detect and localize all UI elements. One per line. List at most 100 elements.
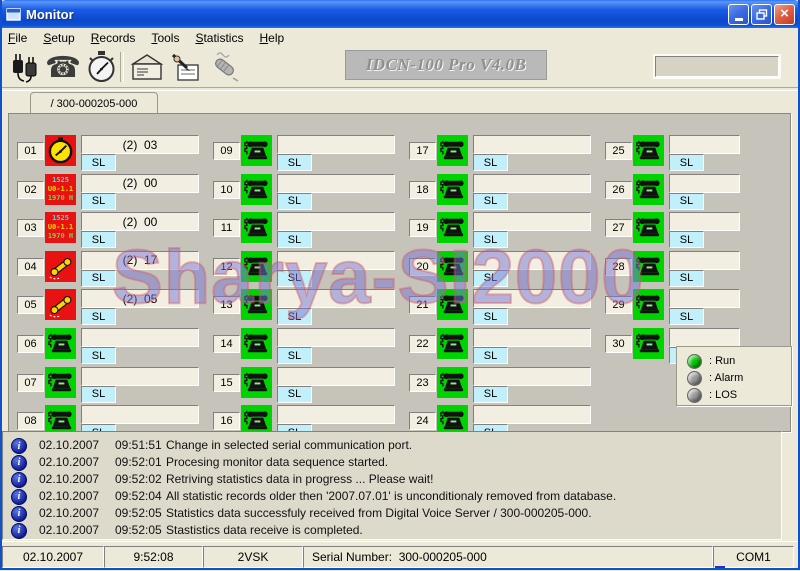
legend-label: : LOS (709, 389, 737, 401)
connect-button[interactable] (4, 49, 42, 85)
run-phone-icon (437, 367, 468, 398)
channel-number: 21 (409, 296, 436, 314)
log-time: 09:51:51 (115, 438, 162, 452)
tab-serial[interactable]: / 300-000205-000 (30, 92, 158, 114)
run-phone-icon (437, 328, 468, 359)
status-com-port: COM1 (713, 546, 794, 568)
log-time: 09:52:05 (115, 506, 162, 520)
voice-button[interactable] (204, 49, 242, 85)
channel-row[interactable]: 06SL (17, 327, 213, 365)
product-logo: IDCN-100 Pro V4.0B (345, 50, 547, 80)
run-phone-icon (437, 251, 468, 282)
channel-number: 25 (605, 142, 632, 160)
channel-row[interactable]: 23SL (409, 366, 605, 404)
channel-row[interactable]: 04(2) 17SL (17, 250, 213, 288)
channel-row[interactable]: 12SL (213, 250, 409, 288)
run-phone-icon (241, 135, 272, 166)
channel-row[interactable]: 08SL (17, 404, 213, 432)
grid-column-3: 17SL18SL19SL20SL21SL22SL23SL24SL (409, 114, 605, 431)
log-date: 02.10.2007 (39, 523, 99, 537)
channel-row[interactable]: 21SL (409, 288, 605, 326)
minimize-icon (735, 18, 743, 21)
channel-value-field (277, 135, 395, 154)
channel-row[interactable]: 19SL (409, 211, 605, 249)
restore-button[interactable] (751, 4, 772, 25)
run-phone-icon (241, 251, 272, 282)
run-phone-icon (633, 289, 664, 320)
channel-row[interactable]: 15SL (213, 366, 409, 404)
channel-row[interactable]: 01(2) 03SL (17, 134, 213, 172)
menu-item-help[interactable]: Help (251, 30, 292, 46)
channel-number: 16 (213, 412, 240, 430)
progress-field (655, 56, 779, 77)
run-phone-icon (241, 328, 272, 359)
channel-value-field (473, 174, 591, 193)
run-phone-icon (241, 174, 272, 205)
status-mode: 2VSK (203, 546, 303, 568)
close-button[interactable]: × (774, 4, 795, 25)
channel-row[interactable]: 11SL (213, 211, 409, 249)
channel-row[interactable]: 031525U0-1.11970 H(2) 00SL (17, 211, 213, 249)
run-phone-icon (241, 405, 272, 432)
offhook-phone-icon (45, 289, 76, 320)
channel-value-field (473, 367, 591, 386)
channel-sl-field: SL (277, 347, 312, 364)
channel-sl-field: SL (473, 154, 508, 171)
channel-grid-panel: 01(2) 03SL021525U0-1.11970 H(2) 00SL0315… (8, 113, 791, 432)
channel-row[interactable]: 27SL (605, 211, 791, 249)
menu-item-setup[interactable]: Setup (35, 30, 82, 46)
log-date: 02.10.2007 (39, 472, 99, 486)
status-bar: 02.10.2007 9:52:08 2VSK Serial Number: 3… (0, 541, 800, 571)
channel-sl-field: SL (473, 270, 508, 287)
dial-button[interactable]: ☎ (44, 49, 82, 85)
run-phone-icon (241, 289, 272, 320)
channel-number: 28 (605, 258, 632, 276)
event-log[interactable]: i02.10.200709:51:51Change in selected se… (2, 431, 782, 540)
channel-row[interactable]: 05(2) 05SL (17, 288, 213, 326)
channel-row[interactable]: 17SL (409, 134, 605, 172)
channel-number: 30 (605, 335, 632, 353)
run-phone-icon (45, 405, 76, 432)
log-date: 02.10.2007 (39, 455, 99, 469)
channel-sl-field: SL (277, 308, 312, 325)
menu-item-tools[interactable]: Tools (143, 30, 187, 46)
channel-value-field (81, 367, 199, 386)
run-phone-icon (241, 367, 272, 398)
info-icon: i (11, 523, 27, 539)
channel-row[interactable]: 16SL (213, 404, 409, 432)
mail-button[interactable] (128, 49, 166, 85)
channel-number: 18 (409, 181, 436, 199)
channel-row[interactable]: 021525U0-1.11970 H(2) 00SL (17, 173, 213, 211)
channel-sl-field: SL (669, 308, 704, 325)
timer-button[interactable] (82, 49, 120, 85)
channel-sl-field: SL (81, 270, 116, 287)
channel-row[interactable]: 10SL (213, 173, 409, 211)
channel-row[interactable]: 24SL (409, 404, 605, 432)
menu-item-file[interactable]: File (0, 30, 35, 46)
run-phone-icon (633, 251, 664, 282)
title-bar: Monitor × (0, 0, 800, 28)
channel-row[interactable]: 26SL (605, 173, 791, 211)
channel-row[interactable]: 18SL (409, 173, 605, 211)
channel-sl-field: SL (81, 193, 116, 210)
log-entry: i02.10.200709:52:05Stastistics data rece… (3, 523, 781, 539)
channel-row[interactable]: 07SL (17, 366, 213, 404)
status-indicator (715, 566, 725, 570)
log-entry: i02.10.200709:52:05Statistics data succe… (3, 506, 781, 522)
grid-column-2: 09SL10SL11SL12SL13SL14SL15SL16SL (213, 114, 409, 431)
channel-row[interactable]: 25SL (605, 134, 791, 172)
channel-row[interactable]: 20SL (409, 250, 605, 288)
run-phone-icon (437, 212, 468, 243)
channel-row[interactable]: 22SL (409, 327, 605, 365)
channel-number: 04 (17, 258, 44, 276)
alarm-digits-icon: 1525U0-1.11970 H (45, 174, 76, 205)
channel-row[interactable]: 13SL (213, 288, 409, 326)
channel-row[interactable]: 29SL (605, 288, 791, 326)
channel-row[interactable]: 14SL (213, 327, 409, 365)
channel-row[interactable]: 09SL (213, 134, 409, 172)
menu-item-records[interactable]: Records (83, 30, 144, 46)
minimize-button[interactable] (728, 4, 749, 25)
menu-item-statistics[interactable]: Statistics (187, 30, 251, 46)
records-button[interactable] (166, 49, 204, 85)
channel-row[interactable]: 28SL (605, 250, 791, 288)
